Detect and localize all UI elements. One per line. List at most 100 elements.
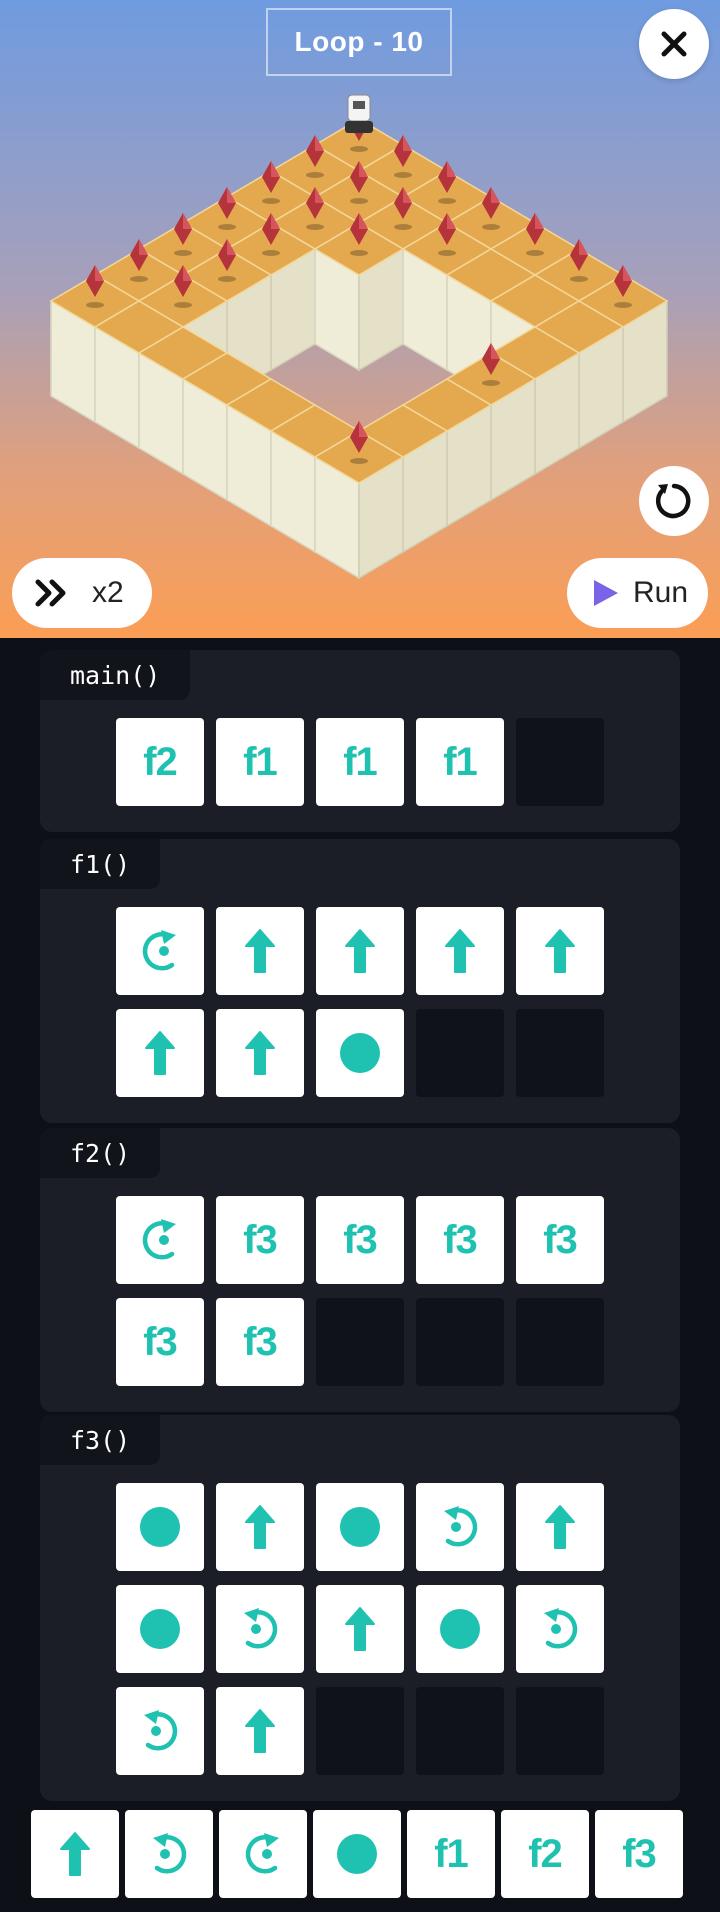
- run-button[interactable]: Run: [567, 558, 708, 628]
- forward-icon: [245, 929, 275, 973]
- forward-command-slot[interactable]: [216, 1483, 304, 1571]
- collect-command-slot[interactable]: [416, 1585, 504, 1673]
- palette-function-label: f3: [622, 1831, 657, 1876]
- forward-icon: [345, 929, 375, 973]
- level-board: [49, 94, 669, 580]
- forward-icon: [245, 1031, 275, 1075]
- function-call-label: f3: [443, 1217, 478, 1262]
- call-f3-slot[interactable]: f3: [216, 1298, 304, 1386]
- collect-icon: [337, 1834, 377, 1874]
- empty-slot[interactable]: [316, 1298, 404, 1386]
- function-panel-main[interactable]: main() f2 f1 f1 f1: [40, 650, 680, 832]
- forward-command-slot[interactable]: [316, 907, 404, 995]
- collect-command-slot[interactable]: [316, 1483, 404, 1571]
- call-f1-slot[interactable]: f1: [316, 718, 404, 806]
- turn-left-icon: [244, 1608, 278, 1649]
- close-button[interactable]: [639, 9, 709, 79]
- turn-left-command-slot[interactable]: [116, 1687, 204, 1775]
- palette-function-label: f2: [528, 1831, 563, 1876]
- forward-command-slot[interactable]: [416, 907, 504, 995]
- turn-left-command-slot[interactable]: [416, 1483, 504, 1571]
- restart-button[interactable]: [639, 466, 709, 536]
- turn-left-command-slot[interactable]: [516, 1585, 604, 1673]
- empty-slot[interactable]: [416, 1298, 504, 1386]
- forward-command-slot[interactable]: [216, 1687, 304, 1775]
- forward-icon: [245, 1709, 275, 1753]
- run-label: Run: [633, 576, 689, 609]
- call-f3-slot[interactable]: f3: [516, 1196, 604, 1284]
- palette-f2-button[interactable]: f2: [501, 1810, 589, 1898]
- empty-slot[interactable]: [516, 718, 604, 806]
- function-name-main: main(): [40, 650, 190, 700]
- forward-command-slot[interactable]: [316, 1585, 404, 1673]
- forward-icon: [545, 1505, 575, 1549]
- forward-icon: [345, 1607, 375, 1651]
- empty-slot[interactable]: [516, 1687, 604, 1775]
- palette-f1-button[interactable]: f1: [407, 1810, 495, 1898]
- function-call-label: f1: [443, 739, 478, 784]
- palette-collect-button[interactable]: [313, 1810, 401, 1898]
- turn-right-command-slot[interactable]: [116, 1196, 204, 1284]
- function-name-f3: f3(): [40, 1415, 160, 1465]
- collect-command-slot[interactable]: [116, 1483, 204, 1571]
- turn-left-command-slot[interactable]: [216, 1585, 304, 1673]
- collect-icon: [140, 1507, 180, 1547]
- function-call-label: f1: [343, 739, 378, 784]
- call-f1-slot[interactable]: f1: [216, 718, 304, 806]
- function-panel-f2[interactable]: f2() f3 f3 f3 f3 f3 f3: [40, 1128, 680, 1412]
- forward-command-slot[interactable]: [516, 907, 604, 995]
- turn-left-icon: [153, 1833, 187, 1874]
- forward-command-slot[interactable]: [216, 907, 304, 995]
- function-name-f1: f1(): [40, 839, 160, 889]
- function-panel-f3[interactable]: f3(): [40, 1415, 680, 1801]
- collect-icon: [340, 1033, 380, 1073]
- function-panel-f1[interactable]: f1(): [40, 839, 680, 1123]
- palette-turn-right-button[interactable]: [219, 1810, 307, 1898]
- call-f3-slot[interactable]: f3: [116, 1298, 204, 1386]
- palette-turn-left-button[interactable]: [125, 1810, 213, 1898]
- empty-slot[interactable]: [416, 1009, 504, 1097]
- call-f1-slot[interactable]: f1: [416, 718, 504, 806]
- function-call-label: f2: [143, 739, 178, 784]
- turn-left-icon: [444, 1506, 478, 1547]
- turn-right-icon: [142, 930, 176, 971]
- function-call-label: f1: [243, 739, 278, 784]
- empty-slot[interactable]: [416, 1687, 504, 1775]
- function-call-label: f3: [343, 1217, 378, 1262]
- level-title: Loop - 10: [266, 8, 452, 76]
- forward-command-slot[interactable]: [116, 1009, 204, 1097]
- call-f3-slot[interactable]: f3: [316, 1196, 404, 1284]
- close-icon: [661, 31, 687, 57]
- call-f3-slot[interactable]: f3: [416, 1196, 504, 1284]
- restart-icon: [656, 483, 691, 519]
- turn-left-icon: [544, 1608, 578, 1649]
- turn-right-icon: [245, 1833, 279, 1874]
- function-call-label: f3: [243, 1319, 278, 1364]
- empty-slot[interactable]: [316, 1687, 404, 1775]
- function-call-label: f3: [143, 1319, 178, 1364]
- turn-right-command-slot[interactable]: [116, 907, 204, 995]
- forward-command-slot[interactable]: [516, 1483, 604, 1571]
- play-icon: [594, 580, 618, 606]
- collect-command-slot[interactable]: [316, 1009, 404, 1097]
- empty-slot[interactable]: [516, 1009, 604, 1097]
- forward-icon: [245, 1505, 275, 1549]
- function-name-f2: f2(): [40, 1128, 160, 1178]
- function-call-label: f3: [243, 1217, 278, 1262]
- forward-icon: [60, 1832, 90, 1876]
- palette-function-label: f1: [434, 1831, 469, 1876]
- call-f2-slot[interactable]: f2: [116, 718, 204, 806]
- collect-command-slot[interactable]: [116, 1585, 204, 1673]
- palette-f3-button[interactable]: f3: [595, 1810, 683, 1898]
- palette-forward-button[interactable]: [31, 1810, 119, 1898]
- game-view: Loop - 10 x2 Run: [0, 0, 720, 638]
- speed-label: x2: [92, 576, 124, 609]
- speed-toggle-button[interactable]: x2: [12, 558, 152, 628]
- turn-left-icon: [144, 1710, 178, 1751]
- fast-forward-icon: [35, 579, 66, 607]
- robot-icon: [345, 94, 373, 133]
- empty-slot[interactable]: [516, 1298, 604, 1386]
- collect-icon: [340, 1507, 380, 1547]
- call-f3-slot[interactable]: f3: [216, 1196, 304, 1284]
- forward-command-slot[interactable]: [216, 1009, 304, 1097]
